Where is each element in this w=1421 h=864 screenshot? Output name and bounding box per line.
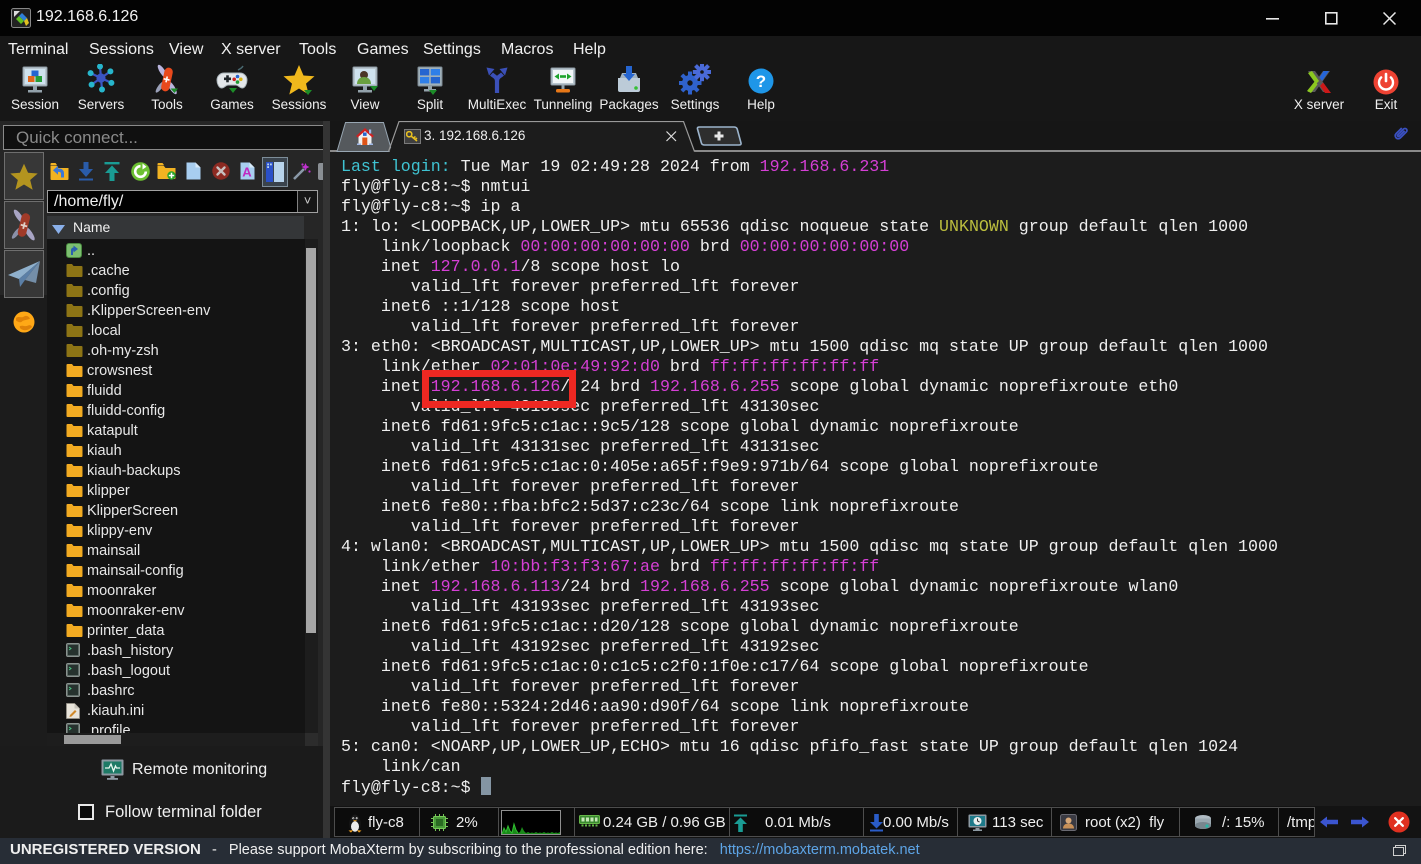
svg-text:A: A [242,165,252,180]
svg-text:?: ? [756,72,766,91]
